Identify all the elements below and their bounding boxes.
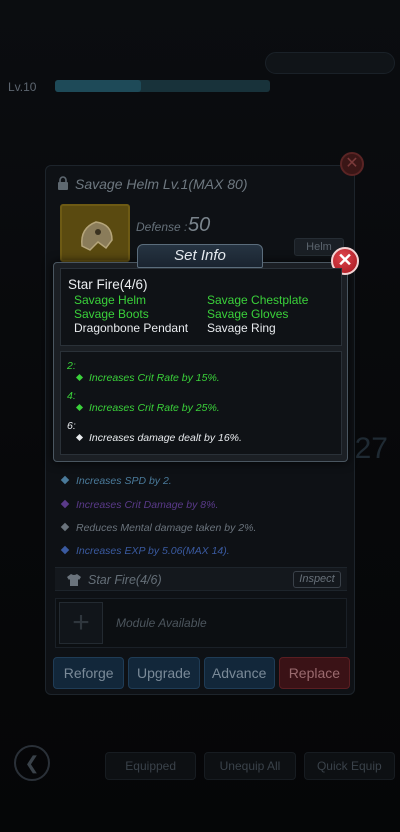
tab-equipped[interactable]: Equipped [105,752,197,780]
set-piece-savage-helm: Savage Helm [74,293,147,307]
item-thumbnail [60,204,130,262]
player-level: Lv.10 [8,80,37,94]
bonus-count-2: 2: [67,360,76,372]
item-panel-close-button[interactable]: ✕ [340,152,364,176]
background-stat-number: 27 [354,432,388,465]
gem-icon [60,475,70,485]
set-info-title: Set Info [137,244,263,268]
plus-icon[interactable]: + [59,602,103,644]
sub-stat-4: Increases EXP by 5.06(MAX 14). [60,545,230,557]
gem-icon [75,403,84,412]
bonus-text-4: Increases Crit Rate by 25%. [75,402,220,414]
bonus-count-6: 6: [67,420,76,432]
inspect-button[interactable]: Inspect [293,571,341,588]
set-row-label: Star Fire(4/6) [88,573,162,587]
set-piece-savage-gloves: Savage Gloves [207,307,289,321]
reforge-button[interactable]: Reforge [53,657,125,689]
sub-stat-3: Reduces Mental damage taken by 2%. [60,522,256,534]
sub-stat-2: Increases Crit Damage by 8%. [60,499,218,511]
upgrade-button[interactable]: Upgrade [128,657,200,689]
lock-icon[interactable] [57,176,69,190]
item-title: Savage Helm Lv.1(MAX 80) [75,176,248,192]
exp-bar [55,80,270,92]
helm-icon [81,221,113,251]
gem-icon [60,499,70,509]
set-piece-savage-ring: Savage Ring [207,321,276,335]
defense-value: 50 [188,214,211,236]
back-button[interactable]: ❮ [14,745,50,781]
sub-stat-1: Increases SPD by 2. [60,475,172,487]
advance-button[interactable]: Advance [203,657,275,689]
gem-icon [60,545,70,555]
set-name: Star Fire(4/6) [68,277,148,292]
action-buttons: Reforge Upgrade Advance Replace [53,657,350,689]
module-label: Module Available [116,616,207,630]
set-pieces-box: Star Fire(4/6) Savage Helm Savage Chestp… [60,268,342,346]
replace-button[interactable]: Replace [278,657,350,689]
gem-icon [75,433,84,442]
bonus-count-4: 4: [67,390,76,402]
resource-pill [265,52,395,74]
defense-label: Defense : [136,220,188,234]
shirt-icon [67,574,81,586]
gem-icon [60,522,70,532]
tab-quick-equip[interactable]: Quick Equip [303,752,395,780]
bottom-tabs: Equipped Unequip All Quick Equip [105,752,395,780]
bonus-text-6: Increases damage dealt by 16%. [75,432,242,444]
set-bonus-box: 2: Increases Crit Rate by 15%. 4: Increa… [60,351,342,455]
set-piece-savage-boots: Savage Boots [74,307,149,321]
bonus-text-2: Increases Crit Rate by 15%. [75,372,220,384]
tab-unequip-all[interactable]: Unequip All [204,752,296,780]
set-row: Star Fire(4/6) Inspect [55,567,347,591]
set-piece-dragonbone-pendant: Dragonbone Pendant [74,321,189,335]
module-slot[interactable]: + Module Available [55,598,347,648]
gem-icon [75,373,84,382]
set-piece-savage-chestplate: Savage Chestplate [207,293,309,307]
